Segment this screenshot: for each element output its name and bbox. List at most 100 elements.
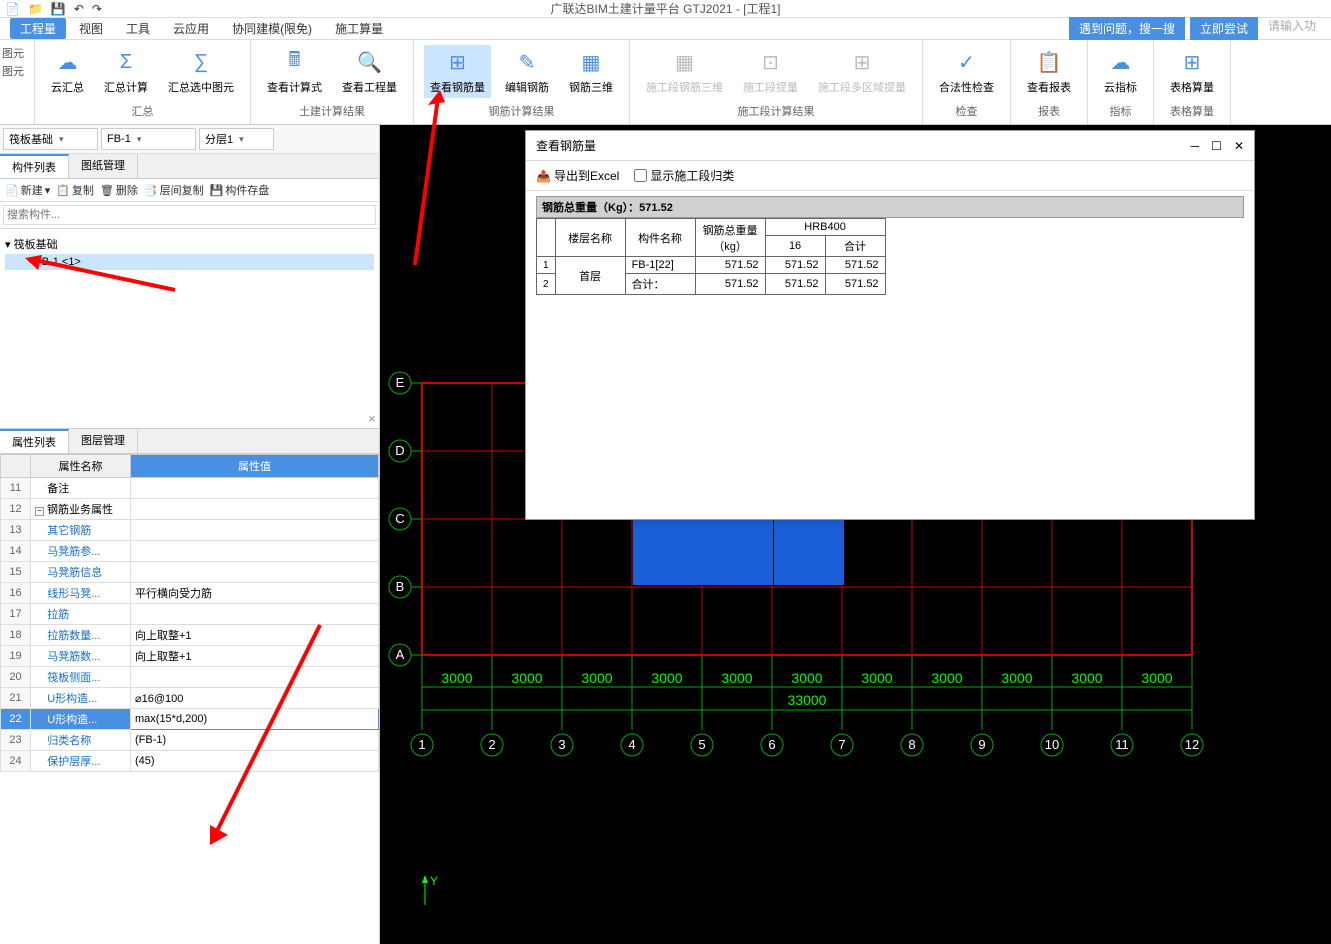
svg-text:B: B [396, 579, 405, 594]
prop-name[interactable]: 其它钢筋 [31, 520, 131, 541]
prop-name[interactable]: 线形马凳... [31, 583, 131, 604]
try-now-button[interactable]: 立即尝试 [1190, 17, 1258, 40]
prop-value[interactable] [131, 499, 379, 520]
prop-value[interactable]: ⌀16@100 [131, 688, 379, 709]
maximize-icon[interactable]: ☐ [1211, 139, 1222, 153]
edit-rebar-button[interactable]: ✎ 编辑钢筋 [499, 45, 555, 98]
search-help-button[interactable]: 遇到问题，搜一搜 [1069, 17, 1185, 40]
validity-check-button[interactable]: ✓ 合法性检查 [933, 45, 1000, 98]
menu-view[interactable]: 视图 [69, 18, 113, 39]
summary-selected-button[interactable]: ∑ 汇总选中图元 [162, 45, 240, 98]
group-civil-label: 土建计算结果 [299, 103, 365, 119]
app-title: 广联达BIM土建计量平台 GTJ2021 - [工程1] [550, 0, 780, 17]
svg-text:4: 4 [628, 737, 635, 752]
layer-selector[interactable]: 分层1 [199, 128, 274, 150]
foundation-selector[interactable]: 筏板基础 [3, 128, 98, 150]
selected-cell-1[interactable] [633, 518, 773, 585]
prop-name[interactable]: 保护层厚... [31, 751, 131, 772]
props-table: 属性名称 属性值 11 备注 12 −钢筋业务属性 13 其它钢筋 14 马凳筋… [0, 454, 379, 772]
copy-button[interactable]: 📋 复制 [56, 182, 94, 198]
svg-text:12: 12 [1185, 737, 1199, 752]
prop-value[interactable] [131, 667, 379, 688]
prop-name[interactable]: 马凳筋信息 [31, 562, 131, 583]
selected-cell-2[interactable] [774, 518, 844, 585]
prop-value[interactable] [131, 478, 379, 499]
component-save-button[interactable]: 💾 构件存盘 [210, 182, 270, 198]
minimize-icon[interactable]: ─ [1191, 139, 1200, 153]
top-icon-3[interactable]: 💾 [51, 2, 66, 16]
top-icon-4[interactable]: ↶ [74, 2, 84, 16]
tab-drawing-mgmt[interactable]: 图纸管理 [69, 154, 138, 178]
top-icon-1[interactable]: 📄 [5, 2, 20, 16]
prop-value[interactable] [131, 604, 379, 625]
component-selector[interactable]: FB-1 [101, 128, 196, 150]
prop-value[interactable] [131, 562, 379, 583]
prop-name[interactable]: 拉筋数量... [31, 625, 131, 646]
prop-value[interactable] [131, 541, 379, 562]
prop-value[interactable] [131, 520, 379, 541]
view-calc-button[interactable]: 🖩 查看计算式 [261, 45, 328, 98]
sum-icon: Σ [120, 48, 132, 76]
prop-value[interactable]: (FB-1) [131, 730, 379, 751]
svg-text:C: C [395, 511, 404, 526]
menu-collab[interactable]: 协同建模(限免) [222, 18, 322, 39]
view-report-button[interactable]: 📋 查看报表 [1021, 45, 1077, 98]
show-construction-checkbox[interactable]: 显示施工段归类 [634, 167, 734, 184]
summary-calc-button[interactable]: Σ 汇总计算 [98, 45, 154, 98]
rebar-3d-button[interactable]: ▦ 钢筋三维 [563, 45, 619, 98]
menu-engineering[interactable]: 工程量 [10, 18, 66, 39]
construction-rebar3d-button: ▦ 施工段钢筋三维 [640, 45, 729, 98]
prop-value[interactable]: 平行横向受力筋 [131, 583, 379, 604]
close-icon[interactable]: ✕ [1234, 139, 1244, 153]
prop-name[interactable]: 马凳筋参... [31, 541, 131, 562]
menu-cloud[interactable]: 云应用 [163, 18, 219, 39]
sum-sel-icon: ∑ [194, 48, 208, 76]
tree-root-node[interactable]: ▾ 筏板基础 [5, 234, 374, 254]
layer-copy-button[interactable]: 📑 层间复制 [144, 182, 204, 198]
prop-name[interactable]: 拉筋 [31, 604, 131, 625]
menu-tools[interactable]: 工具 [116, 18, 160, 39]
svg-text:3000: 3000 [441, 670, 472, 686]
svg-text:6: 6 [768, 737, 775, 752]
prop-value[interactable]: 向上取整+1 [131, 646, 379, 667]
export-excel-button[interactable]: 📤 导出到Excel [536, 167, 619, 184]
quantity-icon: 🔍 [357, 48, 382, 76]
top-icon-2[interactable]: 📁 [28, 2, 43, 16]
top-icon-5[interactable]: ↷ [92, 2, 102, 16]
prop-name[interactable]: 筏板侧面... [31, 667, 131, 688]
svg-text:E: E [396, 375, 405, 390]
table-calc-button[interactable]: ⊞ 表格算量 [1164, 45, 1220, 98]
prop-name[interactable]: U形构造... [31, 688, 131, 709]
prop-value[interactable]: 向上取整+1 [131, 625, 379, 646]
tree-child-node[interactable]: FB-1 <1> [5, 254, 374, 270]
delete-button[interactable]: 🗑 删除 [100, 182, 138, 198]
tab-layer[interactable]: 图层管理 [69, 429, 138, 453]
cloud-index-button[interactable]: ☁ 云指标 [1098, 45, 1143, 98]
view-rebar-button[interactable]: ⊞ 查看钢筋量 [424, 45, 491, 98]
new-button[interactable]: 📄 新建 ▾ [5, 182, 50, 198]
prop-name[interactable]: 马凳筋数... [31, 646, 131, 667]
search-input[interactable] [3, 205, 376, 225]
menu-construction[interactable]: 施工算量 [325, 18, 393, 39]
tab-props[interactable]: 属性列表 [0, 429, 69, 453]
svg-text:3: 3 [558, 737, 565, 752]
prop-name[interactable]: 备注 [31, 478, 131, 499]
tab-component-list[interactable]: 构件列表 [0, 154, 69, 178]
rebar3d-icon: ▦ [582, 48, 601, 76]
svg-text:3000: 3000 [581, 670, 612, 686]
prop-name[interactable]: 归类名称 [31, 730, 131, 751]
cloud-summary-button[interactable]: ☁ 云汇总 [45, 45, 90, 98]
prop-name[interactable]: −钢筋业务属性 [31, 499, 131, 520]
prop-name[interactable]: U形构造... [31, 709, 131, 730]
view-quantity-button[interactable]: 🔍 查看工程量 [336, 45, 403, 98]
svg-text:3000: 3000 [931, 670, 962, 686]
collapse-icon[interactable]: ⨯ [368, 414, 376, 425]
calc-icon: 🖩 [289, 48, 301, 76]
cqty-icon: ⊡ [762, 48, 779, 76]
props-hdr-name: 属性名称 [31, 455, 131, 478]
prop-value[interactable]: max(15*d,200) [131, 709, 379, 730]
svg-text:1: 1 [418, 737, 425, 752]
prop-value[interactable]: (45) [131, 751, 379, 772]
cmulti-icon: ⊞ [854, 48, 871, 76]
dialog-title: 查看钢筋量 [536, 137, 596, 154]
